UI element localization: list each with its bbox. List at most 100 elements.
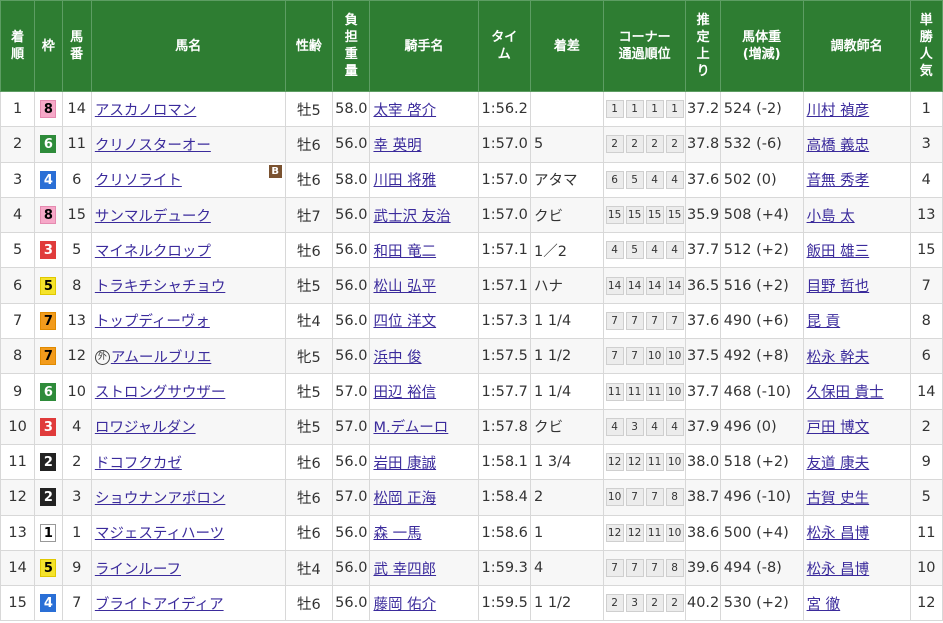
horse-name-link[interactable]: ロワジャルダン [95,420,196,436]
jockey-link[interactable]: 松岡 正海 [373,491,436,507]
table-row: 11 2 2 ドコフクカゼ 牡6 56.0 岩田 康誠 1:58.1 1 3/4 12 12 11 10… [0,443,943,481]
waku-badge: 3 [40,417,57,436]
horse-name-link[interactable]: ラインルーフ [95,562,181,578]
corner-position: 14 [605,276,624,295]
sexage-cell: 牡6 [284,443,334,481]
margin-cell: 5 [530,126,604,163]
corner-positions: 15 15 15 15 [604,206,685,225]
corner-position: 10 [645,347,664,366]
popularity-cell: 9 [909,443,943,481]
trainer-link[interactable]: 飯田 雄三 [807,244,870,260]
time-cell: 1:57.1 [477,267,531,304]
trainer-link[interactable]: 昆 貢 [807,314,841,330]
jockey-link[interactable]: 森 一馬 [373,526,421,542]
waku-badge: 2 [40,488,57,507]
horse-cell: ドコフクカゼ [90,443,286,481]
trainer-link[interactable]: 松永 昌博 [807,526,870,542]
horse-name-link[interactable]: クリソライト [95,173,182,189]
trainer-link[interactable]: 小島 太 [807,209,855,225]
umaban-cell: 12 [61,338,92,375]
bodyweight-cell: 530 (+2) [719,585,804,622]
trainer-link[interactable]: 音無 秀孝 [807,173,870,189]
jockey-link[interactable]: 浜中 俊 [373,350,421,366]
rank-cell: 6 [0,267,36,304]
corner-position: 2 [605,594,624,613]
jockey-link[interactable]: 松山 弘平 [373,279,436,295]
jockey-link[interactable]: 幸 英明 [373,138,421,154]
rank-cell: 13 [0,514,36,551]
sexage-cell: 牡6 [284,232,334,269]
trainer-link[interactable]: 宮 徹 [807,597,841,613]
corner-position: 5 [625,241,644,260]
jockey-link[interactable]: 岩田 康誠 [373,456,436,472]
jockey-link[interactable]: 藤岡 佑介 [373,597,436,613]
waku-badge: 4 [40,170,57,189]
jockey-link[interactable]: M.デムーロ [373,420,448,436]
corners-cell: 1111 [602,90,687,128]
corner-positions: 7778 [604,559,685,577]
corner-position: 7 [625,311,644,330]
horse-name-link[interactable]: ブライトアイディア [95,597,224,613]
rank-cell: 8 [0,338,36,375]
trainer-link[interactable]: 松永 幹夫 [807,350,870,366]
time-cell: 1:57.0 [477,126,531,163]
horse-name-link[interactable]: ストロングサウザー [95,385,226,401]
header-row: 着順 枠 馬番 馬名 性齢 負担重量 騎手名 タイム 着差 コーナー 通過順位 推… [0,0,943,92]
last3f-cell: 35.9 [685,196,721,234]
horse-name-link[interactable]: ドコフクカゼ [95,456,182,472]
bodyweight-cell: 496 (-10) [719,479,804,516]
trainer-link[interactable]: 目野 哲也 [807,279,870,295]
jockey-link[interactable]: 和田 竜二 [373,244,436,260]
waku-cell: 3 [34,408,63,445]
jockey-link[interactable]: 四位 洋文 [373,314,436,330]
corner-position: 7 [625,559,644,577]
rank-cell: 9 [0,373,36,410]
weight-cell: 56.0 [332,267,371,304]
weight-cell: 56.0 [332,338,371,375]
jockey-link[interactable]: 武士沢 友治 [373,209,450,225]
umaban-cell: 2 [61,443,92,481]
trainer-link[interactable]: 戸田 博文 [807,420,870,436]
umaban-cell: 13 [61,302,92,340]
weight-cell: 57.0 [332,373,371,410]
sexage-cell: 牡5 [284,267,334,304]
horse-name-link[interactable]: マジェスティハーツ [95,526,224,542]
weight-cell: 56.0 [332,232,371,269]
corner-position: 12 [605,453,624,472]
weight-cell: 57.0 [332,479,371,516]
horse-name-link[interactable]: アスカノロマン [95,103,197,119]
trainer-link[interactable]: 松永 昌博 [807,562,870,578]
horse-name-link[interactable]: サンマルデューク [95,209,211,225]
horse-name-link[interactable]: マイネルクロップ [95,244,211,260]
umaban-cell: 4 [61,408,92,445]
horse-name-link[interactable]: ショウナンアポロン [95,491,226,507]
popularity-cell: 15 [909,232,943,269]
margin-cell: 1 1/4 [530,373,604,410]
jockey-link[interactable]: 太宰 啓介 [373,103,436,119]
jockey-link[interactable]: 川田 将雅 [373,173,436,189]
horse-name-link[interactable]: トラキチシャチョウ [95,279,226,295]
trainer-cell: 古賀 史生 [802,479,911,516]
sexage-cell: 牡5 [284,90,334,128]
jockey-link[interactable]: 武 幸四郎 [373,562,436,578]
last3f-cell: 37.5 [685,338,721,375]
corner-positions: 4544 [604,241,685,260]
horse-name-link[interactable]: トップディーヴォ [95,314,210,330]
corner-position: 11 [605,382,624,401]
horse-name-link[interactable]: クリノスターオー [95,138,211,154]
corner-positions: 10 7 7 8 [604,488,685,507]
trainer-link[interactable]: 高橋 義忠 [807,138,870,154]
popularity-cell: 5 [909,479,943,516]
corner-positions: 12 12 11 10 [604,453,685,472]
horse-name-link[interactable]: アムールブリエ [111,350,211,366]
jockey-link[interactable]: 田辺 裕信 [373,385,436,401]
header-pop: 単勝人気 [909,0,943,92]
trainer-link[interactable]: 古賀 史生 [807,491,870,507]
corner-positions: 14 14 14 14 [604,276,685,295]
trainer-link[interactable]: 川村 禎彦 [807,103,870,119]
waku-badge: 8 [40,100,57,119]
trainer-link[interactable]: 友道 康夫 [807,456,870,472]
jockey-cell: 松山 弘平 [369,267,479,304]
trainer-link[interactable]: 久保田 貴士 [807,385,884,401]
waku-badge: 3 [40,241,57,260]
